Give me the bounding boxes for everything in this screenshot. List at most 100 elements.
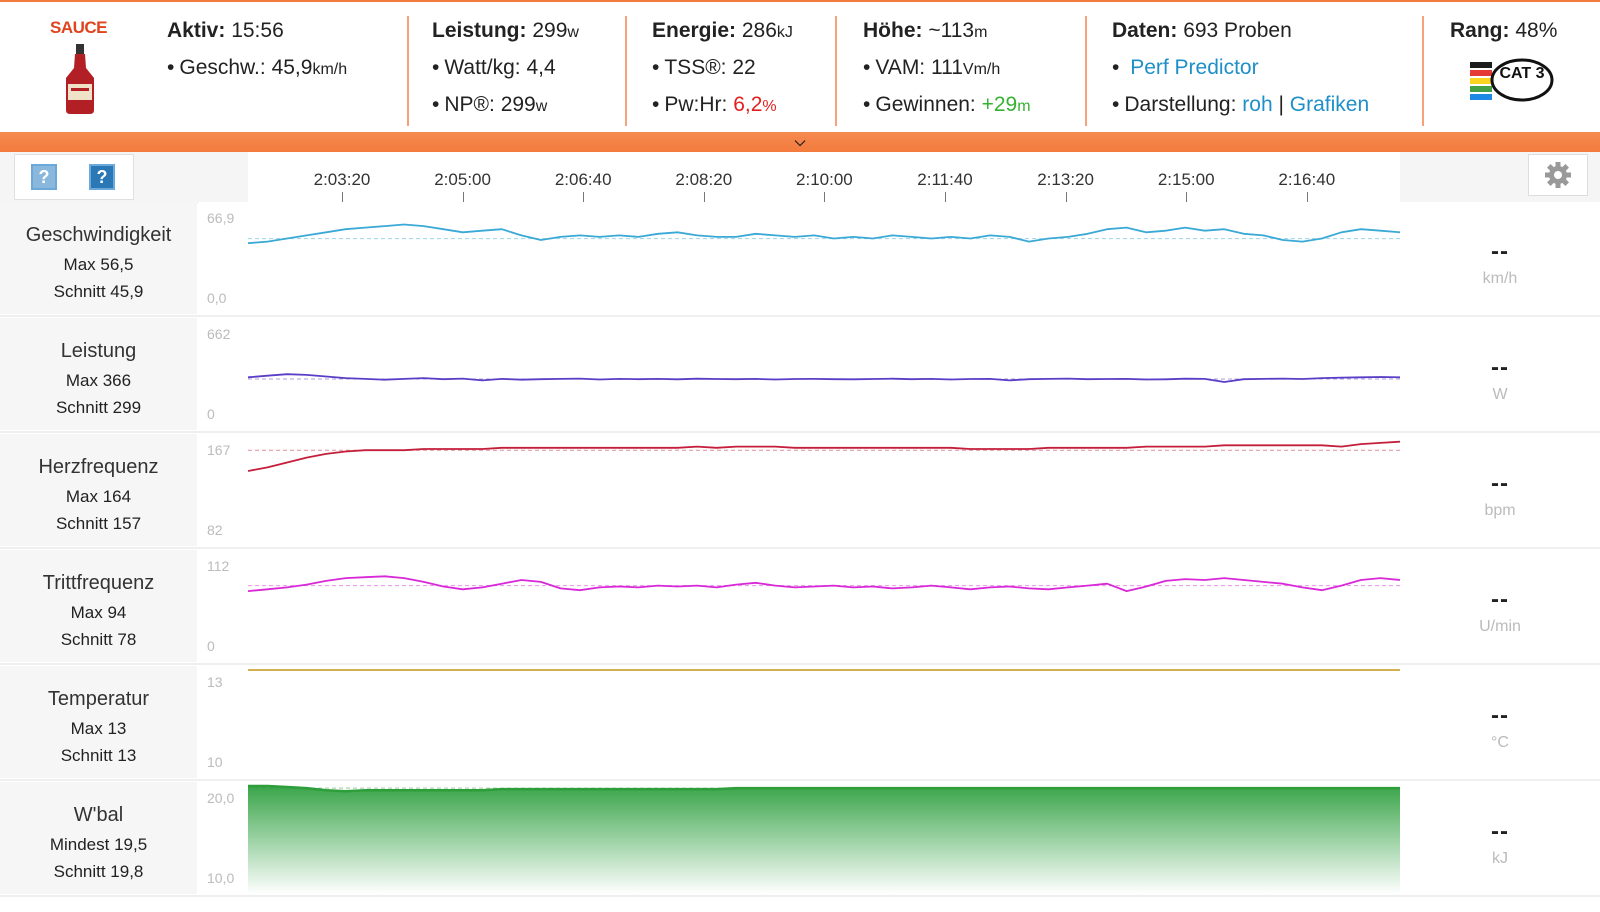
y-max-label: 13 xyxy=(207,674,223,690)
row-unit: W xyxy=(1492,386,1508,403)
row-title: Geschwindigkeit xyxy=(25,224,172,246)
row-divider xyxy=(0,779,1600,781)
grafiken-link[interactable]: Grafiken xyxy=(1290,93,1369,116)
row-label-panel: Herzfrequenz Max 164 Schnitt 157 xyxy=(0,434,197,546)
time-tick-mark xyxy=(703,192,705,202)
time-tick-label: 2:05:00 xyxy=(434,170,491,189)
gewinnen-label: Gewinnen: xyxy=(875,93,976,116)
geschw-value: 45,9 xyxy=(271,56,313,79)
row-max: Max 13 xyxy=(70,719,127,738)
roh-link[interactable]: roh xyxy=(1242,93,1272,116)
row-max: Max 164 xyxy=(65,487,132,506)
time-tick-mark xyxy=(1306,192,1308,202)
gear-icon xyxy=(1545,162,1571,188)
time-tick-label: 2:06:40 xyxy=(554,170,612,189)
row-unit: bpm xyxy=(1484,502,1516,519)
series-line xyxy=(248,223,1400,245)
time-tick-label: 2:03:20 xyxy=(313,170,371,189)
wattkg-value: 4,4 xyxy=(526,56,556,79)
daten-label: Daten: xyxy=(1112,19,1178,42)
row-avg: Schnitt 157 xyxy=(55,514,142,533)
row-title: Temperatur xyxy=(47,688,150,710)
cat-badge-text: CAT 3 xyxy=(1499,65,1544,82)
energie-unit: kJ xyxy=(776,24,793,41)
live-value: -- xyxy=(1491,354,1509,381)
hoehe-unit: m xyxy=(974,24,988,41)
help-buttons: ? ? xyxy=(14,154,134,200)
row-label-panel: Trittfrequenz Max 94 Schnitt 78 xyxy=(0,550,197,662)
row-divider xyxy=(0,547,1600,549)
y-max-label: 20,0 xyxy=(207,790,235,806)
leistung-label: Leistung: xyxy=(432,19,527,42)
darstellung-label: Darstellung: xyxy=(1124,93,1237,116)
row-title: Leistung xyxy=(60,340,137,362)
y-max-label: 112 xyxy=(207,558,230,574)
hoehe-label: Höhe: xyxy=(863,19,923,42)
row-divider xyxy=(0,663,1600,665)
live-value: -- xyxy=(1491,470,1509,497)
perf-predictor-link[interactable]: Perf Predictor xyxy=(1130,56,1258,79)
data-section: Daten: 693 Proben • Perf Predictor • Dars… xyxy=(1112,19,1370,116)
tss-value: 22 xyxy=(732,56,756,79)
hoehe-value: ~113 xyxy=(928,19,975,42)
power-section: Leistung: 299w • Watt/kg: 4,4 • NP®: 299w xyxy=(432,19,579,116)
np-unit: w xyxy=(535,98,548,115)
live-value: -- xyxy=(1491,702,1509,729)
time-tick-mark xyxy=(583,192,585,202)
time-tick-mark xyxy=(462,192,464,202)
pwhr-unit: % xyxy=(762,98,777,115)
series-line xyxy=(248,373,1400,383)
time-tick-mark xyxy=(824,192,826,202)
time-tick-mark xyxy=(1186,192,1188,202)
help-button-2[interactable]: ? xyxy=(89,164,115,190)
live-value-panel: -- km/h xyxy=(1400,202,1600,314)
chevron-down-icon[interactable]: ⌵ xyxy=(792,132,808,150)
live-value-panel: -- kJ xyxy=(1400,782,1600,894)
time-tick-label: 2:13:20 xyxy=(1037,170,1094,189)
np-label: NP®: xyxy=(444,93,495,116)
live-value: -- xyxy=(1491,586,1509,613)
gewinnen-unit: m xyxy=(1017,98,1031,115)
live-value-panel: -- W xyxy=(1400,318,1600,430)
row-title: W'bal xyxy=(73,804,124,826)
row-title: Trittfrequenz xyxy=(42,572,155,594)
row-avg: Schnitt 19,8 xyxy=(53,862,144,881)
series-line xyxy=(248,440,1400,472)
series-plot-2 xyxy=(248,440,1400,472)
vam-value: 111 xyxy=(931,56,963,79)
time-tick-mark xyxy=(1065,192,1067,202)
y-min-label: 82 xyxy=(207,522,223,538)
row-max: Max 94 xyxy=(70,603,127,622)
elevation-section: Höhe: ~113m • VAM: 111Vm/h • Gewinnen: +29… xyxy=(863,19,1031,116)
y-min-label: 0 xyxy=(207,406,215,422)
energy-section: Energie: 286kJ • TSS®: 22 • Pw:Hr: 6,2% xyxy=(652,19,793,116)
energie-value: 286 xyxy=(741,19,777,42)
series-line xyxy=(248,575,1400,592)
time-tick-label: 2:11:40 xyxy=(917,170,973,189)
logo-text: SAUCE xyxy=(50,18,108,37)
rang-label: Rang: xyxy=(1450,19,1510,42)
live-value-panel: -- U/min xyxy=(1400,550,1600,662)
series-plot-4 xyxy=(248,669,1400,671)
pwhr-value: 6,2 xyxy=(733,93,763,116)
leistung-value: 299 xyxy=(532,19,568,42)
y-min-label: 0 xyxy=(207,638,215,654)
row-label-panel: Leistung Max 366 Schnitt 299 xyxy=(0,318,197,430)
time-tick-mark xyxy=(945,192,946,202)
series-plot-5 xyxy=(248,784,1400,894)
time-tick-label: 2:15:00 xyxy=(1157,170,1215,189)
wattkg-label: Watt/kg: xyxy=(444,56,521,79)
rank-section: Rang: 48% CAT 3 xyxy=(1450,16,1557,126)
daten-value: 693 Proben xyxy=(1183,19,1292,42)
settings-button[interactable] xyxy=(1528,154,1588,196)
row-avg: Schnitt 13 xyxy=(60,746,137,765)
row-max: Max 366 xyxy=(65,371,132,390)
vam-label: VAM: xyxy=(875,56,926,79)
series-plot-3 xyxy=(248,575,1400,592)
time-tick-label: 2:16:40 xyxy=(1278,170,1336,189)
row-unit: kJ xyxy=(1492,850,1508,867)
row-title: Herzfrequenz xyxy=(38,456,159,478)
sauce-logo: SAUCE xyxy=(40,12,120,122)
help-button-1[interactable]: ? xyxy=(31,164,57,190)
y-min-label: 10 xyxy=(207,754,223,770)
